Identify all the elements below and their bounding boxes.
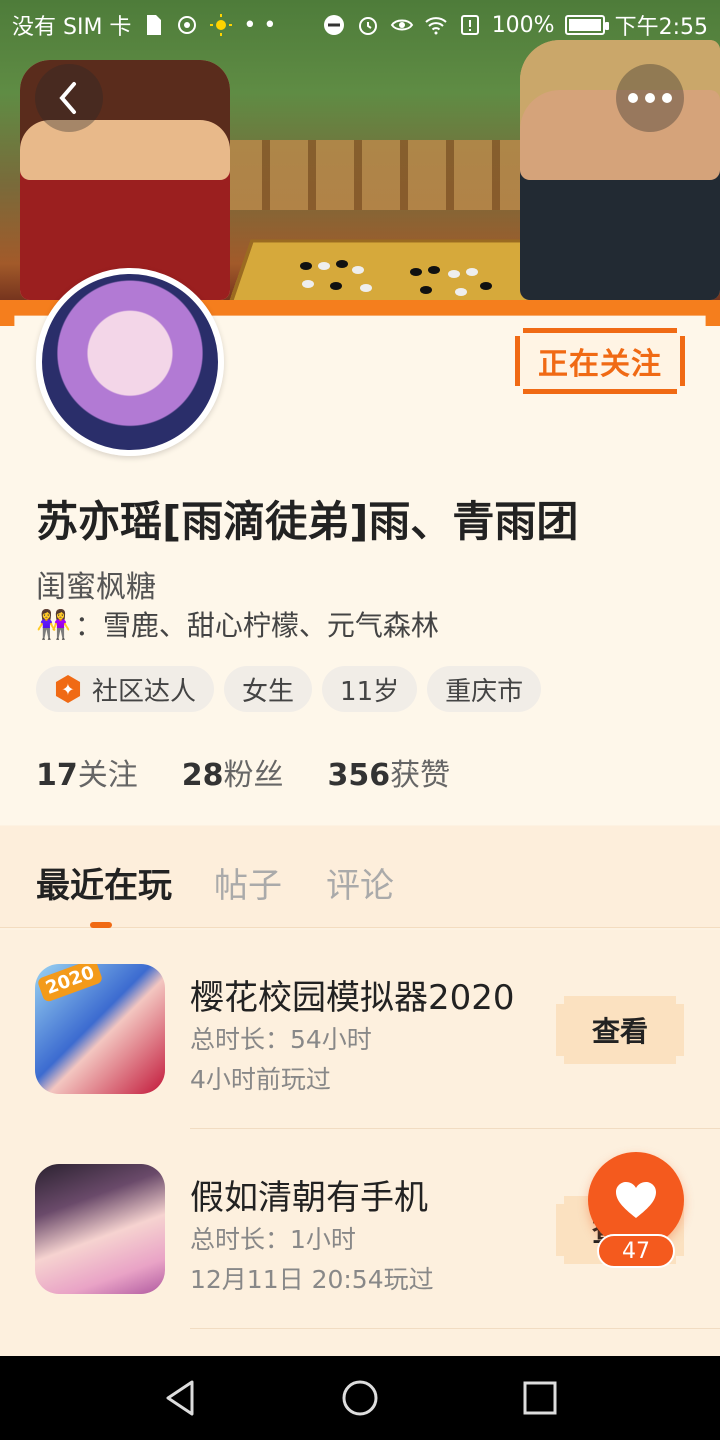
battery-icon (564, 15, 609, 35)
screen: 没有 SIM 卡 • • 100% 下午2:55 正在关注 苏亦瑶[雨滴徒弟]雨… (0, 0, 720, 1440)
list-divider (190, 1128, 720, 1129)
view-button[interactable]: 查看 (556, 996, 684, 1064)
stat-label: 粉丝 (223, 758, 284, 793)
list-divider (190, 1328, 720, 1329)
game-icon: 2020 (35, 964, 165, 1094)
go-stone (302, 280, 314, 288)
go-stone (410, 268, 422, 276)
go-board (227, 239, 553, 306)
nav-back-icon[interactable] (160, 1378, 200, 1418)
do-not-disturb-icon (323, 15, 344, 35)
go-stone (352, 266, 364, 274)
more-dots-icon (628, 93, 672, 103)
game-icon-badge: 2020 (36, 964, 104, 1003)
go-stone (336, 260, 348, 268)
clock: 下午2:55 (614, 15, 708, 40)
heart-icon (616, 1182, 656, 1218)
game-title: 假如清朝有手机 (190, 1178, 428, 1218)
weather-sun-icon (210, 14, 233, 36)
game-last-played: 4小时前玩过 (190, 1065, 331, 1094)
battery-fill (568, 19, 601, 31)
tag-community-expert[interactable]: ✦ 社区达人 (36, 666, 215, 712)
alarm-icon (358, 17, 377, 35)
more-button[interactable] (616, 64, 684, 132)
go-stone (318, 262, 330, 270)
go-stone (428, 266, 440, 274)
location-icon (178, 16, 197, 34)
stat-label: 获赞 (390, 758, 451, 793)
community-expert-icon: ✦ (55, 675, 81, 703)
back-button[interactable] (35, 64, 103, 132)
game-title: 樱花校园模拟器2020 (190, 978, 515, 1018)
stat-likes[interactable]: 356获赞 (328, 750, 451, 794)
notification-dots-icon: • • (243, 12, 277, 38)
chevron-left-icon (59, 82, 76, 114)
go-stone (455, 288, 467, 296)
go-stone (448, 270, 460, 278)
tab-recently-played[interactable]: 最近在玩 (36, 858, 172, 907)
tag-location: 重庆市 (427, 666, 542, 712)
friends-text: ：雪鹿、甜心柠檬、元气森林 (74, 609, 439, 642)
profile-friends: 👭 ：雪鹿、甜心柠檬、元气森林 (36, 604, 439, 644)
go-stone (300, 262, 312, 270)
wifi-icon (425, 17, 447, 35)
go-stone (360, 284, 372, 292)
follow-button[interactable]: 正在关注 (515, 328, 685, 394)
game-icon (35, 1164, 165, 1294)
tag-label: 重庆市 (445, 676, 524, 707)
status-bar: 没有 SIM 卡 • • 100% 下午2:55 (0, 0, 720, 50)
game-duration: 总时长：54小时 (190, 1025, 372, 1054)
tab-comments[interactable]: 评论 (326, 858, 394, 907)
go-stone (420, 286, 432, 294)
stat-number: 17 (36, 758, 78, 793)
tag-gender: 女生 (224, 666, 313, 712)
go-stone (480, 282, 492, 290)
avatar[interactable] (36, 268, 224, 456)
tab-bar: 最近在玩 帖子 评论 (0, 826, 720, 928)
banner-character-right (520, 40, 720, 300)
tag-label: 11岁 (340, 676, 400, 707)
stat-number: 356 (327, 758, 391, 793)
stat-following[interactable]: 17关注 (36, 750, 138, 794)
sd-card-icon (147, 15, 162, 35)
nav-home-icon[interactable] (340, 1378, 380, 1418)
stat-number: 28 (181, 758, 224, 793)
nav-recents-icon[interactable] (520, 1378, 560, 1418)
friends-emoji-icon: 👭 (36, 607, 71, 641)
game-duration: 总时长：1小时 (190, 1225, 356, 1254)
recent-games-list: 2020 樱花校园模拟器2020 总时长：54小时 4小时前玩过 查看 假如清朝… (0, 930, 720, 1356)
game-last-played: 12月11日 20:54玩过 (190, 1265, 434, 1294)
data-alert-icon (460, 15, 479, 35)
battery-percent: 100% (491, 12, 555, 38)
go-stone (330, 282, 342, 290)
profile-name: 苏亦瑶[雨滴徒弟]雨、青雨团 (36, 497, 579, 546)
profile-tags: ✦ 社区达人 女生 11岁 重庆市 (36, 666, 542, 712)
carrier-text: 没有 SIM 卡 (12, 15, 132, 40)
like-count: 47 (597, 1234, 675, 1268)
profile-subtitle: 闺蜜枫糖 (36, 570, 156, 605)
eye-comfort-icon (390, 19, 413, 31)
go-stone (466, 268, 478, 276)
tag-label: 社区达人 (92, 676, 197, 707)
list-item[interactable]: 2020 樱花校园模拟器2020 总时长：54小时 4小时前玩过 查看 (0, 930, 720, 1130)
tag-age: 11岁 (322, 666, 418, 712)
stat-fans[interactable]: 28粉丝 (182, 750, 284, 794)
active-tab-indicator (90, 922, 112, 928)
profile-stats: 17关注 28粉丝 356获赞 (36, 750, 450, 794)
stat-label: 关注 (77, 758, 138, 793)
tab-posts[interactable]: 帖子 (214, 858, 282, 907)
system-nav-bar (0, 1356, 720, 1440)
tag-label: 女生 (242, 676, 295, 707)
